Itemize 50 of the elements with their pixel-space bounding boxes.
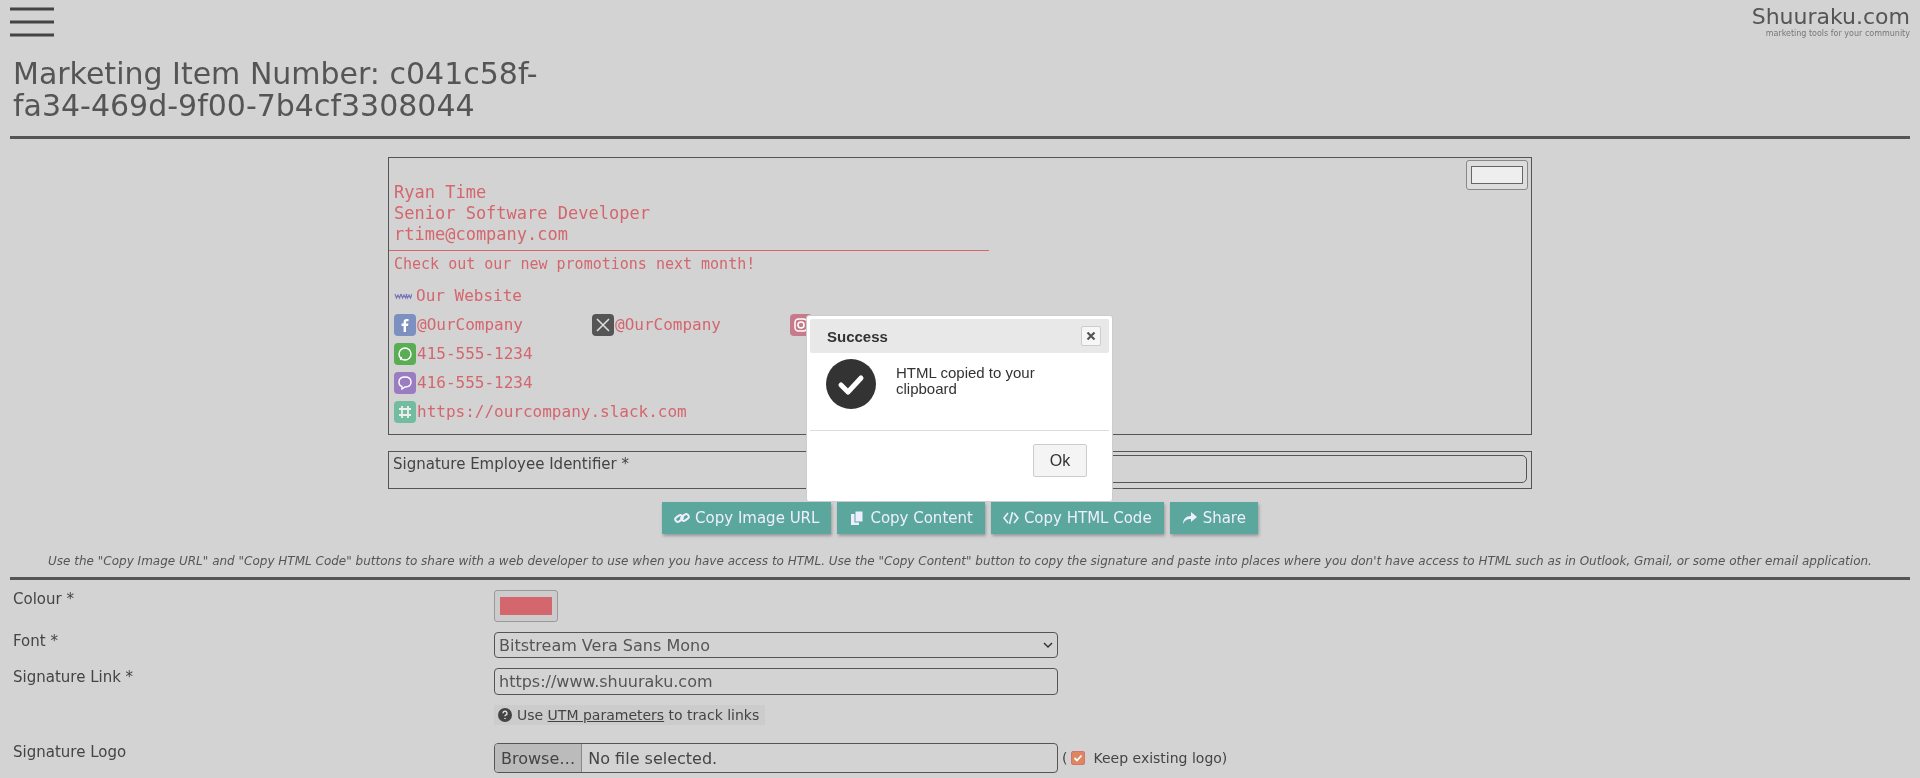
x-icon [592, 313, 614, 336]
signature-contact: @OurCompany [615, 315, 721, 334]
file-input[interactable]: Browse… No file selected. [494, 743, 1058, 773]
paren-text: ( [1062, 750, 1068, 766]
font-select[interactable]: Bitstream Vera Sans Mono [494, 632, 1058, 658]
copy-icon [849, 510, 866, 526]
field-label: Colour * [12, 590, 75, 610]
keep-logo-label: Keep existing logo) [1093, 750, 1228, 766]
dialog-title: Success [827, 327, 888, 345]
signature-contact: @OurCompany [417, 315, 523, 334]
chat-icon [394, 371, 416, 394]
check-icon [826, 359, 876, 409]
facebook-icon [394, 313, 416, 336]
site-tagline: marketing tools for your community [1765, 29, 1910, 38]
keep-logo-checkbox[interactable] [1071, 751, 1086, 765]
link-input[interactable]: https://www.shuuraku.com [494, 668, 1058, 695]
site-logo[interactable]: Shuuraku.com [1751, 4, 1910, 29]
close-button[interactable] [1081, 326, 1101, 346]
preview-button[interactable] [1466, 160, 1528, 190]
phone-icon [394, 342, 416, 365]
dialog-message: HTML copied to your clipboard [896, 365, 1036, 399]
tick-icon [1073, 753, 1084, 763]
signature-promo: Check out our new promotions next month! [394, 255, 757, 273]
www-icon [394, 291, 412, 300]
file-status: No file selected. [587, 748, 718, 768]
page-title: Marketing Item Number: c041c58f-fa34-469d-9f00-7b4cf3308044 [13, 58, 539, 122]
signature-contact: 416-555-1234 [417, 373, 533, 392]
utm-link[interactable]: UTM parameters [547, 707, 665, 723]
signature-job-title: Senior Software Developer [394, 203, 651, 224]
browse-button[interactable]: Browse… [495, 744, 583, 772]
chevron-icon [1043, 641, 1053, 649]
close-icon [1086, 331, 1096, 341]
field-label: Signature Link * [12, 668, 135, 688]
share-icon [1181, 510, 1198, 526]
field-label: Signature Logo [12, 743, 128, 763]
signature-contact: 415-555-1234 [417, 344, 533, 363]
help-text: Use UTM parameters to track links [517, 707, 760, 723]
ok-button[interactable]: Ok [1033, 444, 1087, 477]
identifier-label: Signature Employee Identifier * [393, 455, 630, 473]
signature-email: rtime@company.com [394, 224, 569, 245]
link-icon [674, 510, 691, 526]
signature-contact: https://ourcompany.slack.com [417, 402, 687, 421]
code-icon [1002, 510, 1019, 526]
signature-contact: Our Website [416, 286, 522, 305]
menu-icon[interactable] [10, 7, 54, 37]
hash-icon [394, 400, 416, 423]
instructions-text: Use the "Copy Image URL" and "Copy HTML Code" buttons to share with a web developer to use when you have access to HTML. Use the "Copy Content" button to copy the signature and paste into places where you don't have access to HTML such as in Outlook, Gmail, or some other email application. [47, 554, 1873, 568]
signature-name: Ryan Time [394, 182, 488, 203]
help-icon [498, 708, 512, 722]
field-label: Font * [12, 632, 59, 652]
